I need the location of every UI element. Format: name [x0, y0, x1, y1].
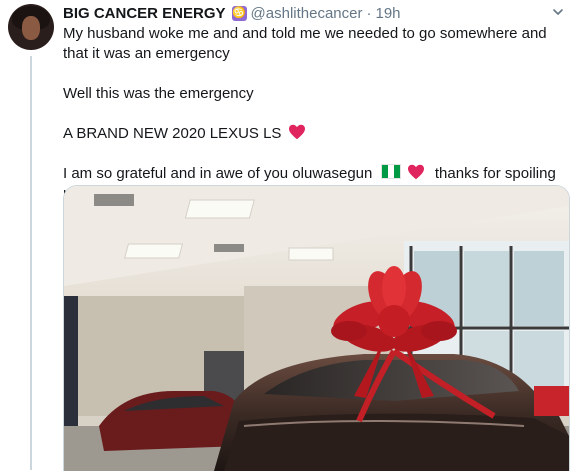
user-handle[interactable]: @ashlithecancer [251, 5, 363, 22]
avatar-face [22, 16, 40, 40]
red-heart-icon [407, 164, 424, 180]
chevron-down-icon[interactable] [552, 6, 564, 18]
cancer-sign-icon: ♋ [231, 5, 247, 21]
timestamp[interactable]: 19h [375, 5, 400, 22]
display-name[interactable]: BIG CANCER ENERGY [63, 5, 226, 22]
avatar[interactable] [8, 4, 54, 50]
red-heart-icon [288, 124, 305, 140]
tweet-line-2: Well this was the emergency [63, 85, 254, 102]
tweet-line-4-text: I am so grateful and in awe of you oluwa… [63, 165, 373, 182]
tweet-line-3-text: A BRAND NEW 2020 LEXUS LS [63, 125, 282, 142]
tweet-line-3: A BRAND NEW 2020 LEXUS LS [63, 124, 568, 144]
tweet-line-1: My husband woke me and and told me we ne… [63, 25, 547, 62]
nigeria-flag-icon [380, 164, 401, 179]
car-showroom-photo [64, 186, 569, 471]
separator-dot: · [366, 4, 372, 22]
tweet-text: My husband woke me and and told me we ne… [63, 24, 568, 204]
tweet-header: BIG CANCER ENERGY ♋ @ashlithecancer · 19… [63, 3, 401, 23]
tweet-photo[interactable] [63, 185, 570, 471]
thread-line [30, 56, 32, 470]
